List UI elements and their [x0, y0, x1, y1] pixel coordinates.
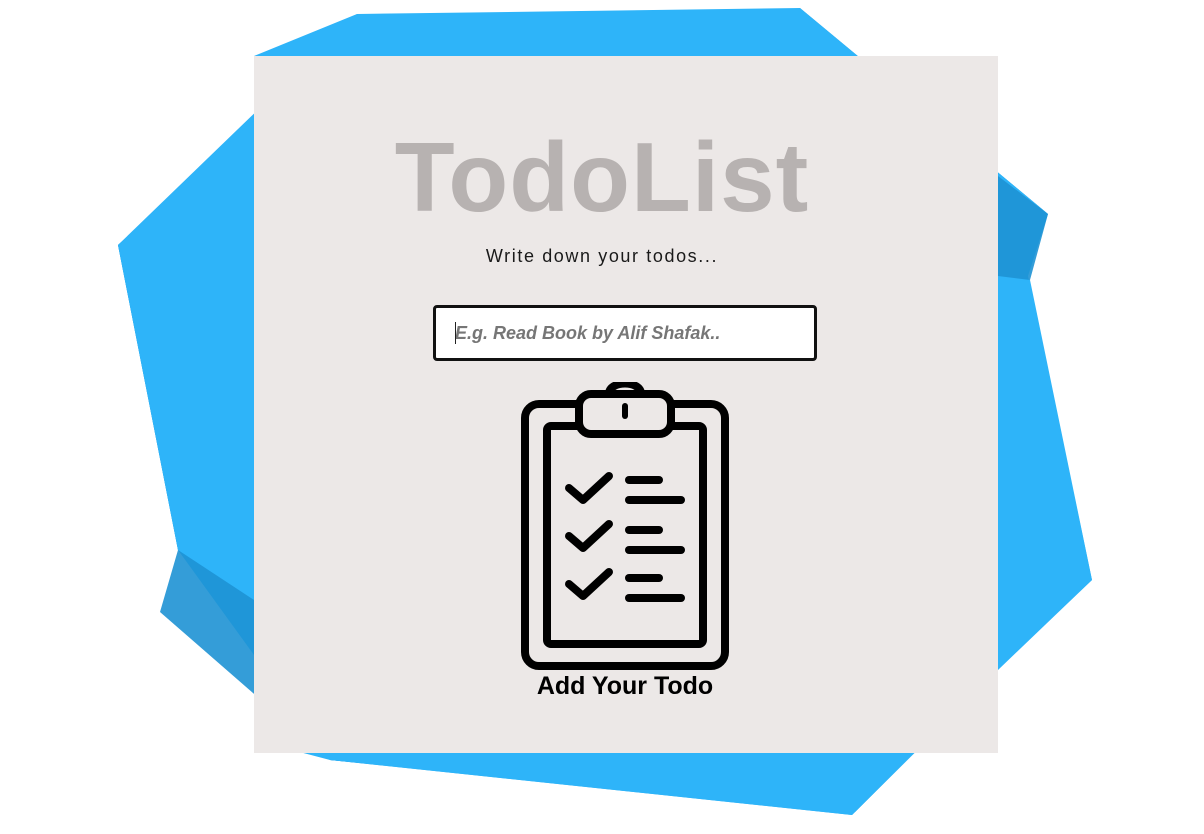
- add-todo-label: Add Your Todo: [536, 672, 714, 700]
- todo-input[interactable]: [433, 305, 817, 361]
- app-title: TodoList: [394, 122, 810, 232]
- clipboard-checklist-icon: [521, 382, 729, 670]
- add-todo-button[interactable]: Add Your Todo: [505, 382, 745, 704]
- background-facet-right: [998, 276, 1092, 670]
- text-caret: [455, 322, 456, 344]
- app-subtitle: Write down your todos...: [485, 246, 719, 266]
